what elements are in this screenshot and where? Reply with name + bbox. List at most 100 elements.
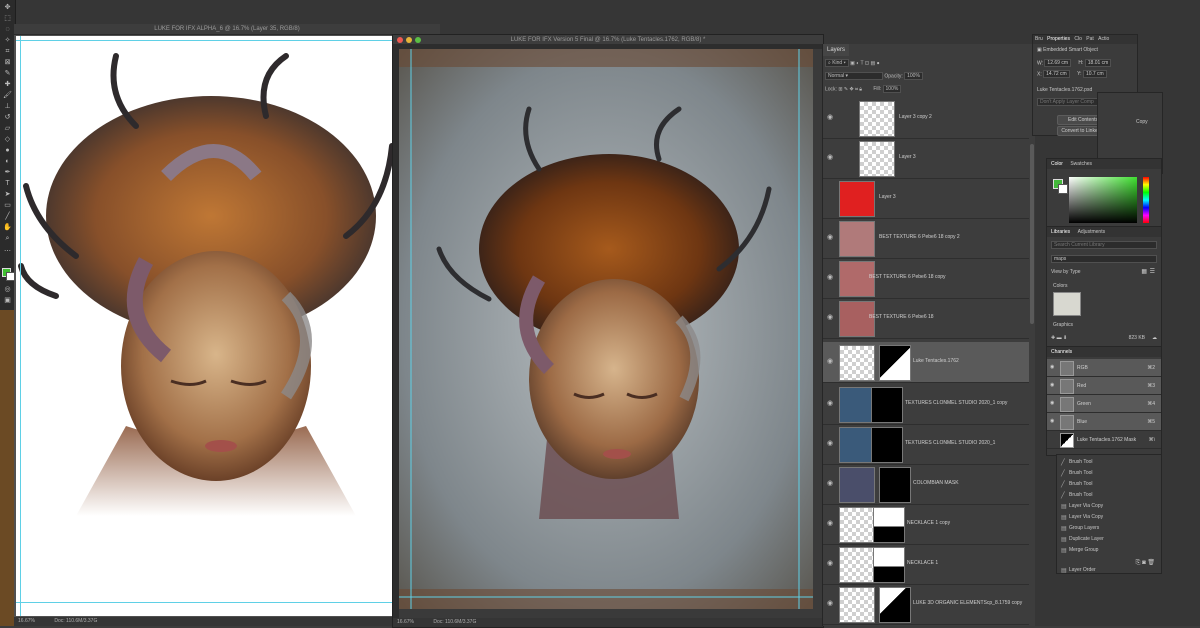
- view-by-type[interactable]: View by Type: [1051, 269, 1081, 275]
- layer-row[interactable]: ◉ NECKLACE 1 copy: [823, 504, 1029, 545]
- visibility-eye-icon[interactable]: ◉: [827, 440, 835, 448]
- library-search-input[interactable]: Search Current Library: [1051, 241, 1157, 249]
- lock-icons[interactable]: ⊞ ✎ ✥ ⌗ 🔒︎: [838, 86, 863, 92]
- tab-swatches[interactable]: Swatches: [1070, 161, 1092, 167]
- visibility-eye-icon[interactable]: ◉: [827, 234, 835, 242]
- layer-mask-thumbnail[interactable]: [873, 547, 905, 583]
- type-tool-icon[interactable]: T: [3, 180, 12, 187]
- tab-brush[interactable]: Bru: [1035, 36, 1043, 42]
- color-field[interactable]: [1069, 177, 1137, 223]
- zoom-level[interactable]: 16.67%: [397, 619, 414, 625]
- canvas-alpha[interactable]: [16, 36, 396, 616]
- visibility-eye-icon[interactable]: ◉: [827, 480, 835, 488]
- history-item[interactable]: ╱ Brush Tool: [1061, 481, 1093, 488]
- layers-scrollbar[interactable]: [1030, 144, 1034, 324]
- layer-row[interactable]: ◉ Layer 3: [823, 138, 1029, 179]
- visibility-eye-icon[interactable]: ◉: [827, 314, 835, 322]
- background-color-chip[interactable]: [1058, 184, 1068, 194]
- minimize-window-icon[interactable]: [406, 37, 412, 43]
- brush-tool-icon[interactable]: 🖌︎: [3, 92, 12, 99]
- visibility-eye-icon[interactable]: ◉: [827, 600, 835, 608]
- history-item[interactable]: ▤ Layer Via Copy: [1061, 514, 1103, 521]
- colors-section-label[interactable]: Colors: [1053, 283, 1067, 289]
- canvas-final[interactable]: [399, 49, 813, 609]
- tab-channels[interactable]: Channels: [1051, 349, 1072, 355]
- eyedropper-tool-icon[interactable]: ✎: [3, 70, 12, 77]
- copy-label[interactable]: Copy: [1136, 119, 1148, 125]
- dodge-tool-icon[interactable]: ◐: [3, 158, 12, 165]
- magic-wand-tool-icon[interactable]: ✧: [3, 37, 12, 44]
- document-window-final[interactable]: LUKE FOR IFX Version 5 Final @ 16.7% (Lu…: [392, 34, 824, 628]
- document-window-alpha[interactable]: LUKE FOR IFX ALPHA_6 @ 16.7% (Layer 35, …: [14, 24, 440, 626]
- layer-mask-thumbnail[interactable]: [879, 587, 911, 623]
- history-item[interactable]: ╱ Brush Tool: [1061, 492, 1093, 499]
- layer-mask-thumbnail[interactable]: [871, 427, 903, 463]
- layer-row[interactable]: ◉ NECKLACE 1: [823, 544, 1029, 585]
- camera-icon[interactable]: ◙: [1142, 560, 1146, 566]
- screen-mode-icon[interactable]: ▣: [3, 297, 12, 304]
- layer-row[interactable]: ◉ COLOMBIAN MASK: [823, 464, 1029, 505]
- layer-mask-thumbnail[interactable]: [879, 345, 911, 381]
- tab-actions[interactable]: Actio: [1098, 36, 1109, 42]
- layer-comp-select[interactable]: Don't Apply Layer Comp: [1037, 98, 1103, 106]
- channel-row[interactable]: ◉ Green ⌘4: [1047, 395, 1161, 413]
- library-color-swatch[interactable]: [1053, 292, 1081, 316]
- history-item[interactable]: ▤ Duplicate Layer: [1061, 536, 1104, 543]
- tab-libraries[interactable]: Libraries: [1051, 229, 1070, 235]
- trash-icon[interactable]: 🗑︎: [1147, 560, 1155, 566]
- hand-tool-icon[interactable]: ✋: [3, 224, 12, 231]
- x-input[interactable]: 14.72 cm: [1043, 70, 1070, 78]
- history-item[interactable]: ▤ Group Layers: [1061, 525, 1099, 532]
- more-tools-icon[interactable]: ⋯: [3, 248, 12, 255]
- lasso-tool-icon[interactable]: ◌: [3, 26, 12, 33]
- add-icon[interactable]: ✚: [1051, 335, 1055, 341]
- folder-icon[interactable]: ▬: [1057, 335, 1062, 341]
- download-icon[interactable]: ⬇: [1063, 335, 1067, 341]
- zoom-level[interactable]: 16.67%: [18, 618, 35, 624]
- blur-tool-icon[interactable]: ●: [3, 147, 12, 154]
- layer-row[interactable]: ◉ Layer 3 copy 2: [823, 98, 1029, 139]
- tab-adjustments[interactable]: Adjustments: [1078, 229, 1106, 235]
- pen-tool-icon[interactable]: ✒: [3, 169, 12, 176]
- eraser-tool-icon[interactable]: ▱: [3, 125, 12, 132]
- history-item[interactable]: ╱ Brush Tool: [1061, 459, 1093, 466]
- layer-row[interactable]: Layer 3: [823, 178, 1029, 219]
- path-selection-tool-icon[interactable]: ➤: [3, 191, 12, 198]
- visibility-eye-icon[interactable]: ◉: [1050, 400, 1054, 406]
- history-brush-tool-icon[interactable]: ↺: [3, 114, 12, 121]
- layer-mask-thumbnail[interactable]: [871, 387, 903, 423]
- visibility-eye-icon[interactable]: ◉: [827, 114, 835, 122]
- close-window-icon[interactable]: [397, 37, 403, 43]
- marquee-tool-icon[interactable]: ⬚: [3, 15, 12, 22]
- visibility-eye-icon[interactable]: ◉: [1050, 382, 1054, 388]
- y-input[interactable]: 10.7 cm: [1082, 70, 1107, 78]
- visibility-eye-icon[interactable]: ◉: [827, 560, 835, 568]
- paint-bucket-tool-icon[interactable]: ◇: [3, 136, 12, 143]
- tab-color[interactable]: Color: [1051, 161, 1063, 167]
- rectangle-tool-icon[interactable]: ▭: [3, 202, 12, 209]
- history-item[interactable]: ▤ Layer Via Copy: [1061, 503, 1103, 510]
- blend-mode-select[interactable]: Normal ▾: [825, 72, 883, 80]
- clone-stamp-tool-icon[interactable]: ⊥: [3, 103, 12, 110]
- tab-layers[interactable]: Layers: [823, 44, 850, 56]
- history-item[interactable]: ▤ Layer Order: [1061, 567, 1096, 573]
- visibility-eye-icon[interactable]: ◉: [827, 358, 835, 366]
- graphics-section-label[interactable]: Graphics: [1053, 322, 1073, 328]
- visibility-eye-icon[interactable]: ◉: [827, 520, 835, 528]
- zoom-tool-icon[interactable]: ⌕: [3, 235, 12, 242]
- new-document-icon[interactable]: ⎘: [1136, 560, 1141, 566]
- channel-row[interactable]: ◉ Red ⌘3: [1047, 377, 1161, 395]
- width-input[interactable]: 12.69 cm: [1044, 59, 1071, 67]
- list-view-icon[interactable]: ☰: [1150, 268, 1155, 275]
- layer-row[interactable]: ◉ TEXTURES CLONMEL STUDIO 2020_1: [823, 424, 1029, 465]
- layer-row[interactable]: ◉ TEXTURES CLONMEL STUDIO 2020_1 copy: [823, 384, 1029, 425]
- channel-row[interactable]: ◉ Blue ⌘5: [1047, 413, 1161, 431]
- channel-row[interactable]: Luke Tentacles.1762 Mask ⌘\: [1047, 431, 1161, 449]
- hue-slider[interactable]: [1143, 177, 1149, 223]
- tab-properties[interactable]: Properties: [1047, 36, 1070, 42]
- visibility-eye-icon[interactable]: ◉: [827, 274, 835, 282]
- visibility-eye-icon[interactable]: ◉: [1050, 364, 1054, 370]
- layer-mask-thumbnail[interactable]: [873, 507, 905, 543]
- kind-filter[interactable]: ⌕ Kind ▾: [825, 59, 849, 67]
- layer-row[interactable]: ◉ BEST TEXTURE 6 Pebe6 18 copy 2: [823, 218, 1029, 259]
